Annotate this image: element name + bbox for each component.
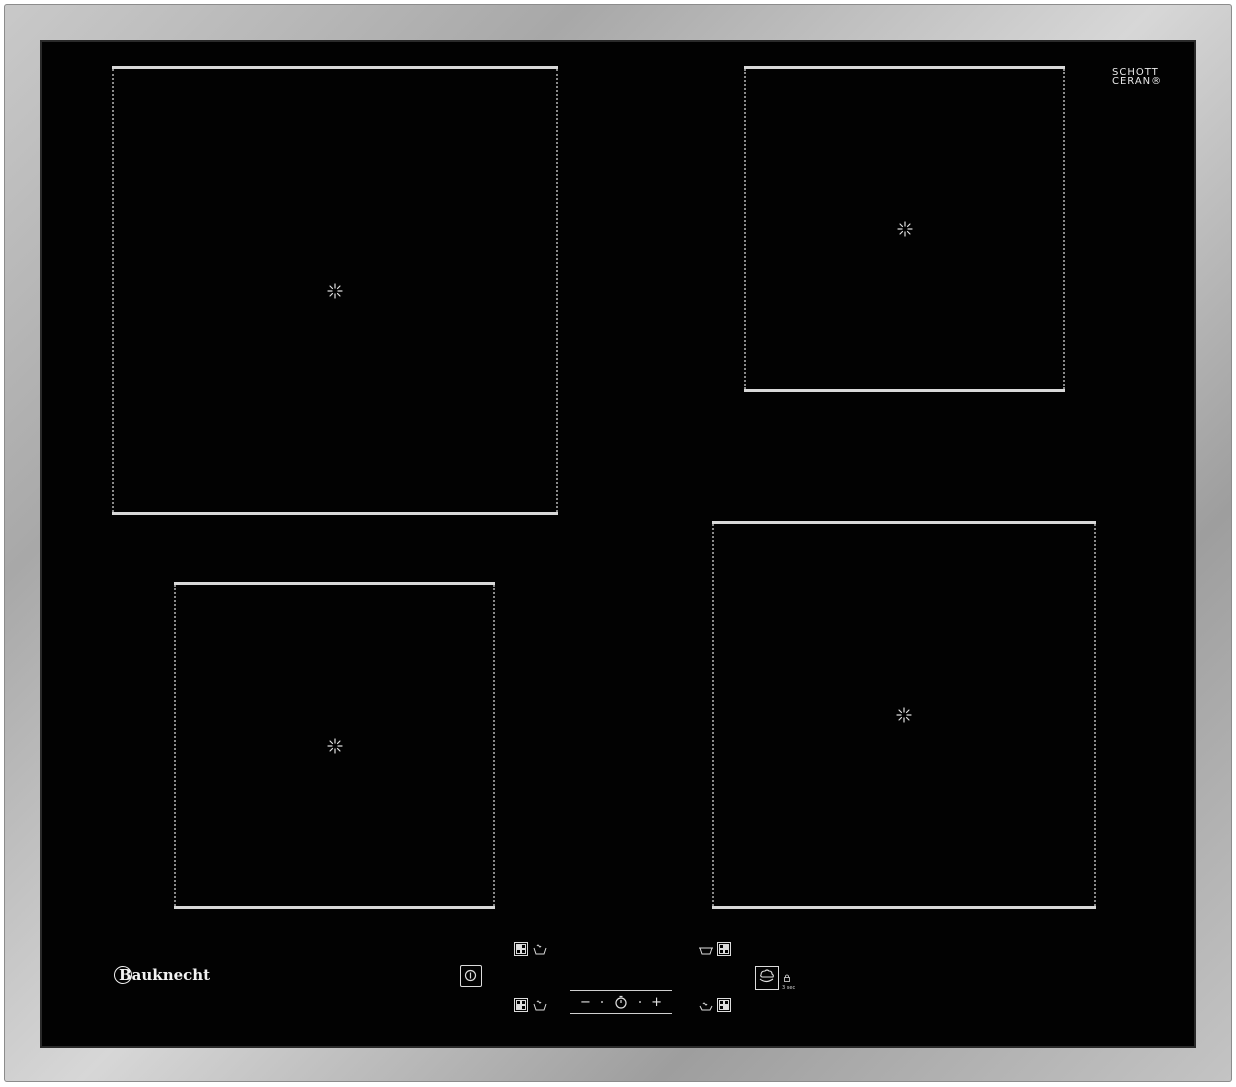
- timer-minus-button[interactable]: −: [580, 995, 591, 1010]
- timer-dot: [601, 1001, 604, 1003]
- booster-button[interactable]: [755, 966, 779, 990]
- timer-control: − +: [570, 990, 672, 1014]
- zone-center-icon: [896, 707, 912, 723]
- cooking-zone-rear-right[interactable]: [744, 66, 1065, 392]
- zone-center-icon: [326, 737, 343, 754]
- pot-icon: [699, 947, 713, 955]
- power-button[interactable]: [460, 965, 482, 987]
- zone-center-icon: [896, 221, 913, 237]
- stainless-steel-frame: SCHOTT CERAN® Bauknecht − + 3 sec: [4, 4, 1232, 1082]
- ceramic-glass-surface: SCHOTT CERAN® Bauknecht − + 3 sec: [40, 40, 1196, 1048]
- zone-select-front-left[interactable]: [514, 998, 548, 1012]
- zone-grid-icon: [717, 942, 731, 956]
- zone-grid-icon: [514, 998, 528, 1012]
- lock-icon: [784, 974, 790, 982]
- zone-grid-icon: [514, 942, 528, 956]
- timer-plus-button[interactable]: +: [651, 995, 662, 1010]
- zone-grid-icon: [717, 998, 731, 1012]
- ceran-text: CERAN®: [1112, 76, 1163, 87]
- timer-clock-icon[interactable]: [614, 995, 628, 1009]
- zone-select-front-right[interactable]: [698, 998, 732, 1012]
- schott-ceran-mark: SCHOTT CERAN®: [1112, 68, 1163, 87]
- power-icon: [464, 969, 477, 982]
- lock-duration-label: 3 sec: [782, 985, 796, 991]
- pot-icon: [699, 1002, 713, 1011]
- cooking-zone-front-right[interactable]: [712, 521, 1096, 909]
- zone-center-icon: [327, 282, 343, 299]
- bauknecht-logo: Bauknecht: [114, 966, 211, 984]
- zone-select-rear-right[interactable]: [698, 942, 732, 956]
- timer-dot: [638, 1001, 641, 1003]
- cooking-zone-front-left[interactable]: [174, 582, 495, 909]
- pot-icon: [533, 944, 547, 955]
- pot-icon: [533, 1000, 547, 1011]
- cooking-zone-rear-left[interactable]: [112, 66, 558, 515]
- logo-text: Bauknecht: [119, 966, 211, 984]
- booster-pan-icon: [759, 969, 774, 983]
- zone-select-rear-left[interactable]: [514, 942, 548, 956]
